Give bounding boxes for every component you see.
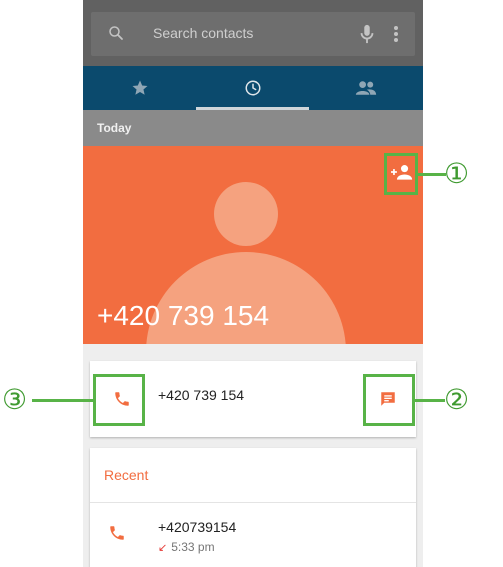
avatar [214, 182, 278, 246]
divider [90, 502, 416, 503]
action-number: +420 739 154 [158, 387, 245, 403]
people-icon [355, 81, 376, 95]
search-input[interactable]: Search contacts [153, 25, 253, 41]
callout-box-1 [384, 153, 418, 195]
phone-icon [108, 524, 126, 547]
contact-number: +420 739 154 [97, 300, 270, 331]
callout-label-3: ③ [2, 383, 28, 416]
recent-time-value: 5:33 pm [171, 540, 215, 554]
section-header-today: Today [83, 110, 423, 146]
tab-recents[interactable] [196, 66, 309, 110]
recent-number: +420739154 [158, 519, 237, 535]
tab-bar [83, 66, 423, 110]
callout-box-2 [363, 374, 415, 426]
microphone-icon[interactable] [359, 24, 375, 49]
phone-screen: Search contacts Today +420 739 154 +420 … [83, 0, 423, 567]
callout-label-2: ② [444, 383, 470, 416]
callout-line-1 [418, 173, 446, 176]
missed-call-icon: ↙ [158, 542, 168, 554]
recent-header: Recent [104, 467, 149, 483]
more-vert-icon[interactable] [393, 24, 399, 49]
recent-time: ↙ 5:33 pm [158, 540, 215, 554]
recent-card: Recent +420739154 ↙ 5:33 pm [90, 448, 416, 567]
section-header-label: Today [97, 121, 132, 135]
tab-contacts[interactable] [309, 66, 422, 110]
callout-box-3 [93, 374, 145, 426]
callout-label-1: ① [444, 157, 470, 190]
clock-icon [245, 80, 260, 96]
star-icon [132, 80, 147, 95]
tab-favorites[interactable] [83, 66, 196, 110]
contact-header: +420 739 154 [83, 146, 423, 344]
callout-line-2 [415, 399, 445, 402]
top-bar: Search contacts [83, 0, 423, 66]
search-bar[interactable]: Search contacts [91, 12, 415, 56]
search-icon[interactable] [107, 24, 125, 47]
callout-line-3 [32, 399, 93, 402]
